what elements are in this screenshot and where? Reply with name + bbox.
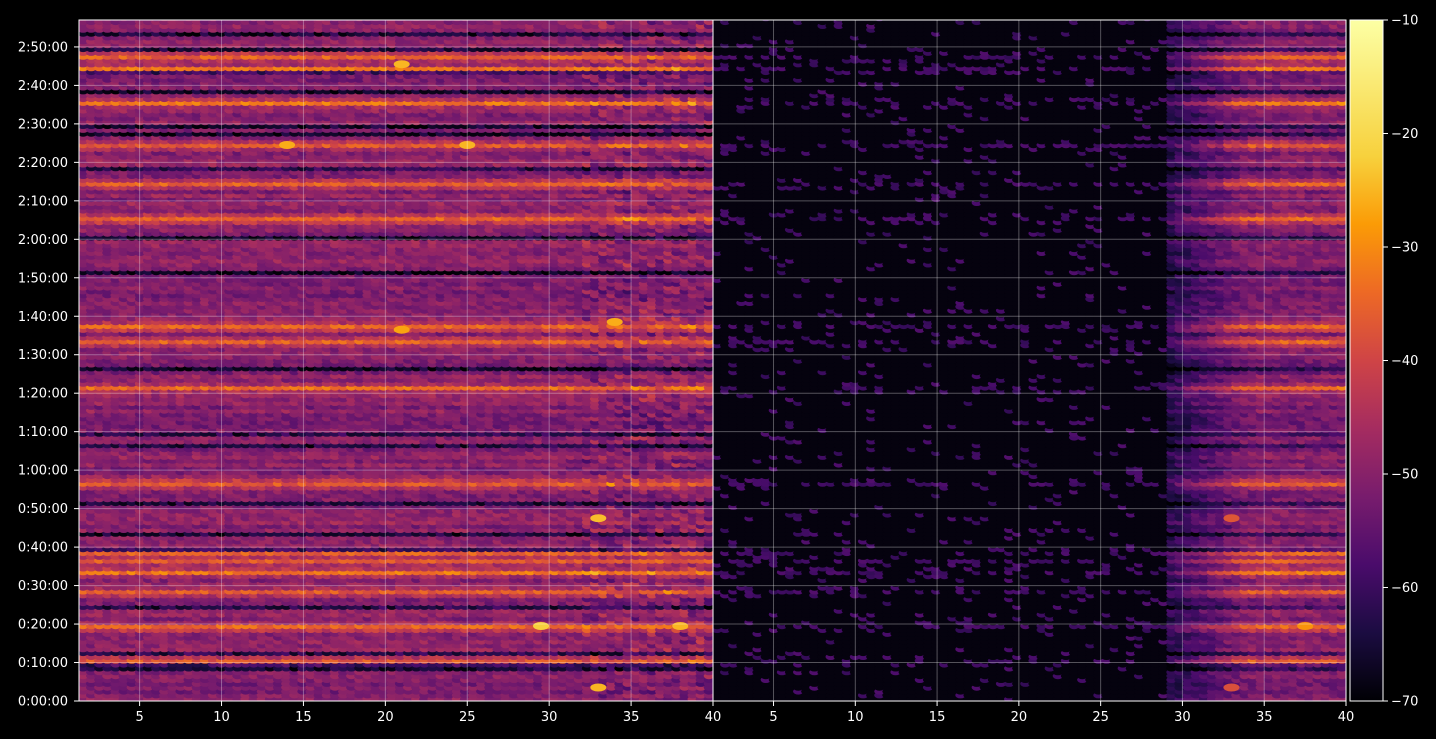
heatmap-figure: 0:00:000:10:000:20:000:30:000:40:000:50:…	[18, 14, 1419, 726]
panel-left-cells	[79, 20, 713, 701]
